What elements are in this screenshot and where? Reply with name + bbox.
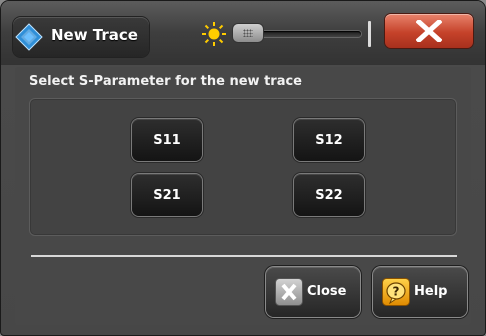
question-bubble-icon: ? [382,278,410,306]
close-button[interactable]: Close [266,267,360,317]
close-window-button[interactable] [385,14,473,48]
rs-logo-icon [15,23,43,51]
footer-divider [31,255,457,257]
x-box-icon [275,278,303,306]
dialog-heading: Select S-Parameter for the new trace [29,74,302,89]
s12-button[interactable]: S12 [294,119,364,161]
close-button-label: Close [307,284,347,299]
sun-icon [202,22,226,46]
grip-icon [243,29,253,37]
new-trace-dialog: New Trace Select S-Parameter for the new… [0,0,486,336]
help-button-label: Help [414,284,448,299]
transparency-slider-thumb[interactable] [233,24,263,42]
help-button[interactable]: ? Help [373,267,467,317]
svg-text:?: ? [393,285,400,299]
window-title: New Trace [51,26,138,44]
close-x-icon [416,20,442,42]
s22-button[interactable]: S22 [294,174,364,216]
s-parameter-group [29,98,457,236]
s11-button[interactable]: S11 [132,119,202,161]
slider-end-marker [368,21,371,47]
s21-button[interactable]: S21 [132,174,202,216]
